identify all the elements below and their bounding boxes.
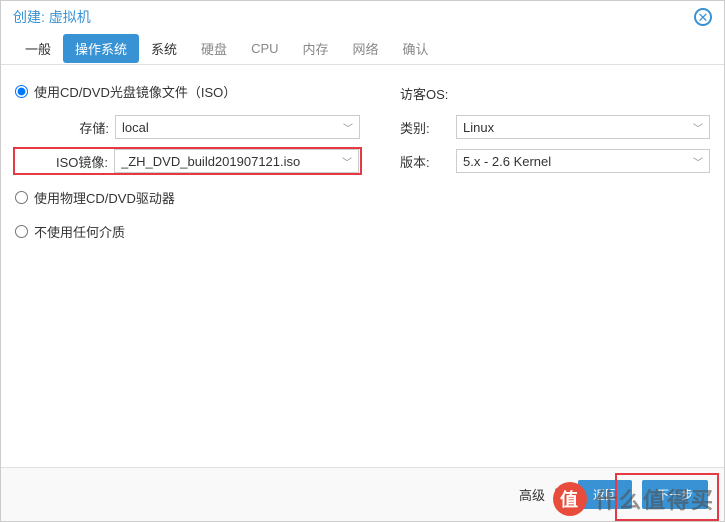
tab-system[interactable]: 系统 bbox=[139, 34, 189, 63]
guest-os-row: 访客OS: bbox=[400, 79, 710, 107]
tab-disk: 硬盘 bbox=[189, 34, 239, 63]
version-row: 版本: 5.x - 2.6 Kernel ﹀ bbox=[400, 147, 710, 175]
storage-select[interactable]: local ﹀ bbox=[115, 115, 360, 139]
storage-label: 存储: bbox=[15, 118, 115, 137]
radio-iso-row[interactable]: 使用CD/DVD光盘镜像文件（ISO） bbox=[15, 79, 360, 103]
storage-value: local bbox=[122, 120, 149, 135]
radio-iso[interactable] bbox=[15, 85, 28, 98]
dialog-footer: 高级 返回 下一步 bbox=[1, 467, 724, 521]
radio-none-label: 不使用任何介质 bbox=[34, 222, 125, 241]
tab-network: 网络 bbox=[341, 34, 391, 63]
dialog-content: 使用CD/DVD光盘镜像文件（ISO） 存储: local ﹀ ISO镜像: _… bbox=[1, 65, 724, 467]
left-column: 使用CD/DVD光盘镜像文件（ISO） 存储: local ﹀ ISO镜像: _… bbox=[15, 79, 360, 453]
back-button[interactable]: 返回 bbox=[578, 480, 632, 509]
type-select[interactable]: Linux ﹀ bbox=[456, 115, 710, 139]
chevron-down-icon: ﹀ bbox=[693, 120, 703, 135]
version-value: 5.x - 2.6 Kernel bbox=[463, 154, 551, 169]
type-label: 类别: bbox=[400, 118, 456, 137]
iso-label: ISO镜像: bbox=[16, 152, 114, 171]
advanced-label: 高级 bbox=[519, 485, 545, 504]
radio-physical-label: 使用物理CD/DVD驱动器 bbox=[34, 188, 175, 207]
radio-physical[interactable] bbox=[15, 191, 28, 204]
iso-select[interactable]: _ZH_DVD_build201907121.iso ﹀ bbox=[114, 149, 359, 173]
version-select[interactable]: 5.x - 2.6 Kernel ﹀ bbox=[456, 149, 710, 173]
type-row: 类别: Linux ﹀ bbox=[400, 113, 710, 141]
radio-physical-row[interactable]: 使用物理CD/DVD驱动器 bbox=[15, 185, 360, 209]
tab-os[interactable]: 操作系统 bbox=[63, 34, 139, 63]
iso-highlight: ISO镜像: _ZH_DVD_build201907121.iso ﹀ bbox=[13, 147, 362, 175]
tab-confirm: 确认 bbox=[391, 34, 441, 63]
right-column: 访客OS: 类别: Linux ﹀ 版本: 5.x - 2.6 Kernel ﹀ bbox=[400, 79, 710, 453]
next-button[interactable]: 下一步 bbox=[642, 480, 708, 509]
chevron-down-icon: ﹀ bbox=[343, 120, 353, 135]
version-label: 版本: bbox=[400, 152, 456, 171]
radio-none-row[interactable]: 不使用任何介质 bbox=[15, 219, 360, 243]
chevron-down-icon: ﹀ bbox=[342, 154, 352, 169]
wizard-tabs: 一般 操作系统 系统 硬盘 CPU 内存 网络 确认 bbox=[1, 33, 724, 65]
radio-iso-label: 使用CD/DVD光盘镜像文件（ISO） bbox=[34, 82, 236, 101]
iso-value: _ZH_DVD_build201907121.iso bbox=[121, 154, 300, 169]
dialog-header: 创建: 虚拟机 ✕ bbox=[1, 1, 724, 33]
create-vm-dialog: 创建: 虚拟机 ✕ 一般 操作系统 系统 硬盘 CPU 内存 网络 确认 使用C… bbox=[0, 0, 725, 522]
guest-os-label: 访客OS: bbox=[400, 84, 456, 103]
close-icon[interactable]: ✕ bbox=[694, 8, 712, 26]
storage-row: 存储: local ﹀ bbox=[15, 113, 360, 141]
tab-general[interactable]: 一般 bbox=[13, 34, 63, 63]
tab-memory: 内存 bbox=[291, 34, 341, 63]
advanced-checkbox[interactable] bbox=[555, 488, 568, 501]
type-value: Linux bbox=[463, 120, 494, 135]
chevron-down-icon: ﹀ bbox=[693, 154, 703, 169]
dialog-title: 创建: 虚拟机 bbox=[13, 7, 91, 27]
radio-none[interactable] bbox=[15, 225, 28, 238]
tab-cpu: CPU bbox=[239, 36, 290, 61]
